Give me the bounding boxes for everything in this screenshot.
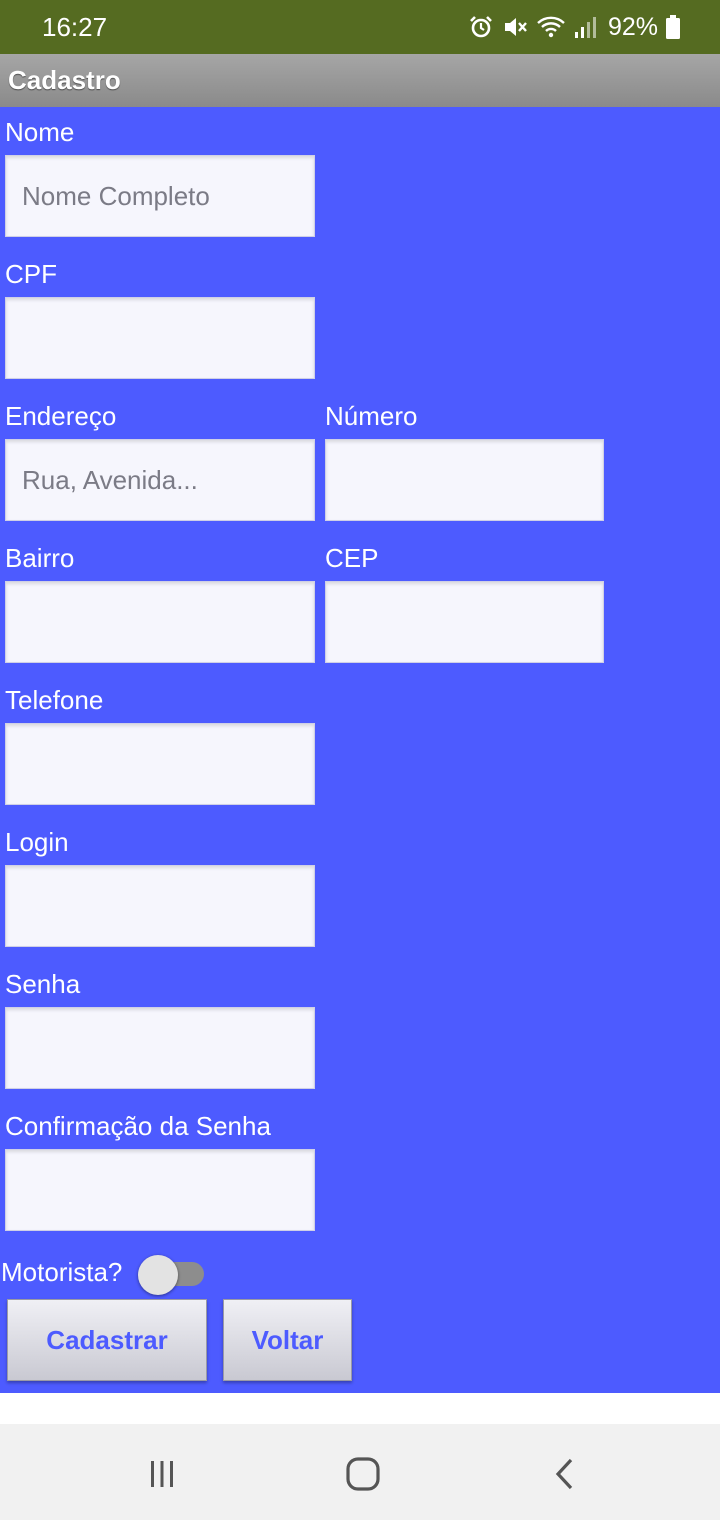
registration-form: Nome CPF Endereço Número Bairro CEP Tele… bbox=[0, 107, 720, 1393]
confirmacao-senha-label: Confirmação da Senha bbox=[5, 1111, 271, 1141]
telefone-label: Telefone bbox=[5, 685, 104, 715]
navigation-bar bbox=[0, 1424, 720, 1520]
battery-icon bbox=[666, 15, 680, 39]
login-input[interactable] bbox=[5, 865, 315, 947]
bairro-label: Bairro bbox=[5, 543, 75, 573]
numero-input[interactable] bbox=[325, 439, 604, 521]
confirmacao-senha-input[interactable] bbox=[5, 1149, 315, 1231]
back-icon[interactable] bbox=[545, 1454, 585, 1494]
motorista-label: Motorista? bbox=[1, 1257, 123, 1287]
motorista-switch[interactable] bbox=[138, 1255, 206, 1295]
cep-input[interactable] bbox=[325, 581, 604, 663]
battery-percent: 92% bbox=[607, 12, 658, 41]
title-bar: Cadastro bbox=[0, 54, 720, 107]
cep-label: CEP bbox=[325, 543, 379, 573]
login-label: Login bbox=[5, 827, 69, 857]
numero-label: Número bbox=[325, 401, 418, 431]
recent-apps-icon[interactable] bbox=[142, 1454, 182, 1494]
nome-label: Nome bbox=[5, 117, 75, 147]
mute-icon bbox=[504, 18, 527, 36]
page-title: Cadastro bbox=[8, 65, 121, 95]
endereco-input[interactable] bbox=[5, 439, 315, 521]
cpf-label: CPF bbox=[5, 259, 57, 289]
switch-thumb bbox=[138, 1255, 178, 1295]
signal-icon bbox=[574, 17, 596, 38]
bairro-input[interactable] bbox=[5, 581, 315, 663]
nome-input[interactable] bbox=[5, 155, 315, 237]
senha-label: Senha bbox=[5, 969, 81, 999]
status-icons: 92% bbox=[468, 10, 680, 44]
home-icon[interactable] bbox=[343, 1454, 383, 1494]
status-bar: 16:27 92% bbox=[0, 0, 720, 54]
senha-input[interactable] bbox=[5, 1007, 315, 1089]
endereco-label: Endereço bbox=[5, 401, 117, 431]
voltar-button[interactable]: Voltar bbox=[223, 1299, 352, 1381]
wifi-icon bbox=[537, 16, 565, 38]
telefone-input[interactable] bbox=[5, 723, 315, 805]
cadastrar-button[interactable]: Cadastrar bbox=[7, 1299, 207, 1381]
cpf-input[interactable] bbox=[5, 297, 315, 379]
status-time: 16:27 bbox=[42, 12, 108, 42]
alarm-icon bbox=[470, 16, 492, 38]
